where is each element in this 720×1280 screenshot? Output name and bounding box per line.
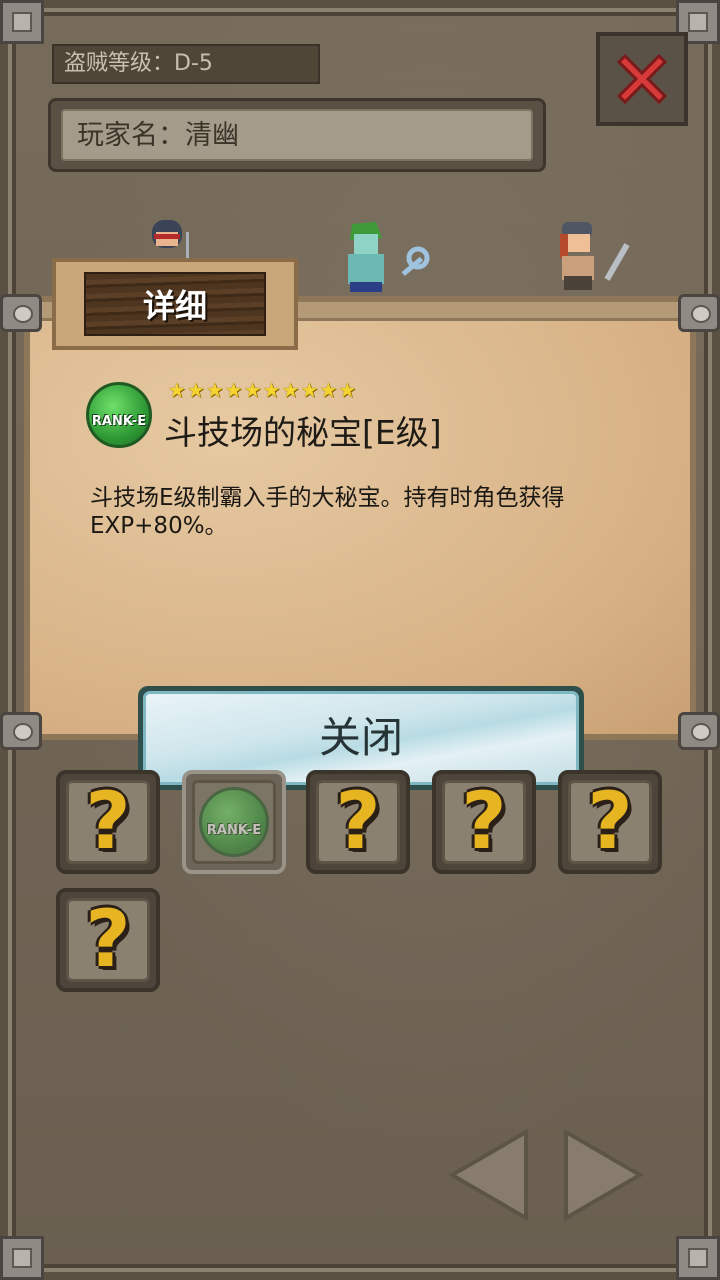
item-name: 斗技场的秘宝[E级] [164, 413, 442, 452]
collection-slot-2[interactable]: RANK-E [182, 770, 286, 874]
question-mark-icon: ? [461, 777, 507, 867]
collection-slot-4[interactable]: ? [432, 770, 536, 874]
player-name: 玩家名：清幽 [61, 109, 533, 161]
detail-title: 详细 [84, 272, 266, 336]
thief-rank-label: 盗贼等级：D-5 [52, 44, 320, 84]
slot-badge-text: RANK-E [206, 823, 262, 838]
corner-bolt-bottom-left [0, 1236, 44, 1280]
rank-e-fist-icon: RANK-E [199, 787, 269, 857]
rank-e-fist-icon: RANK-E [86, 382, 152, 448]
close-window-button[interactable] [596, 32, 688, 126]
collection-slot-5[interactable]: ? [558, 770, 662, 874]
item-description: 斗技场E级制霸入手的大秘宝。持有时角色获得EXP+80%。 [90, 485, 565, 539]
corner-bolt-top-left [0, 0, 44, 44]
question-mark-icon: ? [85, 895, 131, 985]
collection-slot-3[interactable]: ? [306, 770, 410, 874]
arrow-left-icon[interactable] [446, 1128, 530, 1222]
player-name-box: 玩家名：清幽 [48, 98, 546, 172]
close-x-icon [616, 53, 668, 105]
character-bandana-swordsman[interactable] [544, 212, 644, 298]
item-rarity-stars: ★★★★★★★★★★ [168, 378, 358, 402]
corner-bolt-bottom-right [676, 1236, 720, 1280]
panel-bolt-top-left [0, 294, 42, 332]
collection-slot-1[interactable]: ? [56, 770, 160, 874]
question-mark-icon: ? [587, 777, 633, 867]
rank-badge-text: RANK-E [91, 414, 147, 429]
panel-bolt-bottom-left [0, 712, 42, 750]
character-green-ghost-mage[interactable] [328, 218, 438, 304]
panel-bolt-bottom-right [678, 712, 720, 750]
detail-title-plate: 详细 [52, 258, 298, 350]
collection-slot-6[interactable]: ? [56, 888, 160, 992]
question-mark-icon: ? [85, 777, 131, 867]
arrow-right-icon[interactable] [562, 1128, 646, 1222]
question-mark-icon: ? [335, 777, 381, 867]
panel-bolt-top-right [678, 294, 720, 332]
